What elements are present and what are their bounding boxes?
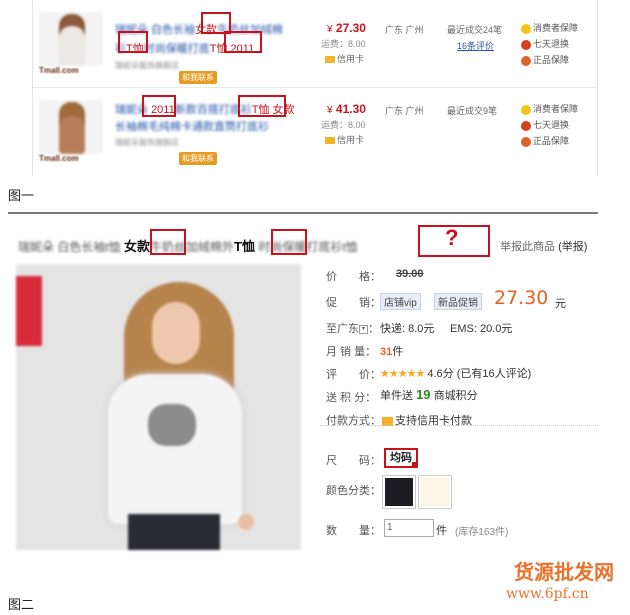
original-price: 39.00 xyxy=(396,268,424,280)
credit-card-badge: 信用卡 xyxy=(325,52,364,65)
keyword-highlight-box xyxy=(238,95,286,117)
return-icon xyxy=(521,39,531,50)
shop-banner xyxy=(16,276,42,346)
product-thumbnail[interactable] xyxy=(39,12,103,66)
report-product-link[interactable]: 举报此商品 (举报) xyxy=(500,238,587,254)
genuine-icon xyxy=(521,55,531,66)
monthly-sales-label: 月 销 量： xyxy=(326,346,377,358)
chevron-down-icon: ▾ xyxy=(359,324,368,334)
recent-deals: 最近成交9笔 xyxy=(447,106,498,116)
promo-price-unit: 元 xyxy=(555,298,566,310)
product-main-image[interactable] xyxy=(16,264,301,550)
quantity-input[interactable]: 1 xyxy=(384,519,434,537)
promo-tag-new[interactable]: 新品促销 xyxy=(434,293,482,310)
credit-card-badge: 信用卡 xyxy=(325,133,364,146)
rating-stars: ★★★★★ xyxy=(380,368,425,380)
title-keyword: 女款 xyxy=(124,239,151,254)
product-thumbnail[interactable] xyxy=(39,100,103,154)
location: 广东 广州 xyxy=(385,25,424,35)
seller-name[interactable]: 瑞妮朵服饰旗舰店 xyxy=(115,60,179,71)
location: 广东 广州 xyxy=(385,106,424,116)
quantity-unit: 件 xyxy=(436,525,447,537)
service-genuine[interactable]: 正品保障 xyxy=(521,134,569,147)
question-mark: ? xyxy=(445,225,459,250)
rating[interactable]: ★★★★★ 4.6分 (已有16人评论) xyxy=(380,365,531,381)
shield-icon xyxy=(521,104,531,115)
shipping-ems: EMS: 20.0元 xyxy=(450,323,513,335)
monthly-sales: 31件 xyxy=(380,346,404,358)
stock-count: (库存163件) xyxy=(455,527,509,538)
color-label: 颜色分类： xyxy=(326,485,381,497)
shield-icon xyxy=(521,23,531,34)
keyword-highlight-box xyxy=(118,31,148,53)
points-label: 送 积 分： xyxy=(326,392,377,404)
color-swatch-cream[interactable] xyxy=(418,475,452,509)
size-option-selected[interactable]: 均码 xyxy=(384,448,418,468)
color-swatch-black[interactable] xyxy=(382,475,416,509)
points: 单件送 19 商城积分 xyxy=(380,387,478,402)
tmall-logo: Tmall.com xyxy=(39,154,79,163)
return-icon xyxy=(521,120,531,131)
price: ¥ 27.30 xyxy=(327,21,366,35)
ship-to-selector[interactable]: 至广东 ▾： xyxy=(326,320,379,336)
price-label: 价 格： xyxy=(326,271,381,283)
promo-tag-vip[interactable]: 店铺vip xyxy=(380,293,421,310)
title-blurred-text: 瑞妮朵 白色长袖t恤 xyxy=(18,240,121,254)
reviews-link[interactable]: 16条评价 xyxy=(457,39,494,52)
title-keyword: T恤 xyxy=(234,239,255,254)
service-seven-day-return[interactable]: 七天退换 xyxy=(521,118,569,131)
promo-price: 27.30 xyxy=(494,287,549,309)
seller-name[interactable]: 瑞妮朵服饰旗舰店 xyxy=(115,137,179,148)
keyword-highlight-box xyxy=(224,31,262,53)
product-title-line-2[interactable]: 长袖棉毛纯棉卡通款直筒打底衫 xyxy=(115,118,269,134)
genuine-icon xyxy=(521,136,531,147)
title-blurred-text: 时尚保暖打底 xyxy=(143,43,210,55)
contact-seller-button[interactable]: 和我联系 xyxy=(179,71,217,84)
promo-label: 促 销： xyxy=(326,297,381,309)
service-seven-day-return[interactable]: 七天退换 xyxy=(521,37,569,50)
keyword-highlight-box xyxy=(142,95,176,117)
shipping-fee: 运费：8.00 xyxy=(321,39,366,49)
figure-caption: 图二 xyxy=(8,598,35,613)
credit-card-icon xyxy=(325,137,335,145)
tmall-logo: Tmall.com xyxy=(39,66,79,75)
size-label: 尺 码： xyxy=(326,455,381,467)
list-item[interactable]: Tmall.com 瑞妮朵 2011新款百搭打底衫T恤 女款 长袖棉毛纯棉卡通款… xyxy=(33,92,597,176)
recent-deals: 最近成交24笔 xyxy=(447,25,503,35)
service-consumer-protection[interactable]: 消费者保障 xyxy=(521,102,578,115)
keyword-highlight-box xyxy=(271,229,307,255)
price: ¥ 41.30 xyxy=(327,102,366,116)
credit-card-icon xyxy=(325,56,335,64)
watermark-url: www.6pf.cn xyxy=(506,586,589,602)
contact-seller-button[interactable]: 和我联系 xyxy=(179,152,217,165)
service-genuine[interactable]: 正品保障 xyxy=(521,53,569,66)
search-results-list: Tmall.com 瑞妮朵 白色长袖女款牛奶丝加绒棉 衫T恤时尚保暖打底T恤 2… xyxy=(32,0,598,176)
service-consumer-protection[interactable]: 消费者保障 xyxy=(521,21,578,34)
watermark-logo: 货源批发网 xyxy=(514,560,614,584)
divider xyxy=(320,425,598,426)
rating-label: 评 价： xyxy=(326,369,381,381)
quantity-label: 数 量： xyxy=(326,525,381,537)
shipping-express: 快递: 8.0元 xyxy=(380,323,435,335)
figure-caption: 图一 xyxy=(8,189,35,204)
divider xyxy=(8,212,598,214)
shipping-fee: 运费：8.00 xyxy=(321,120,366,130)
keyword-highlight-box xyxy=(150,229,186,255)
